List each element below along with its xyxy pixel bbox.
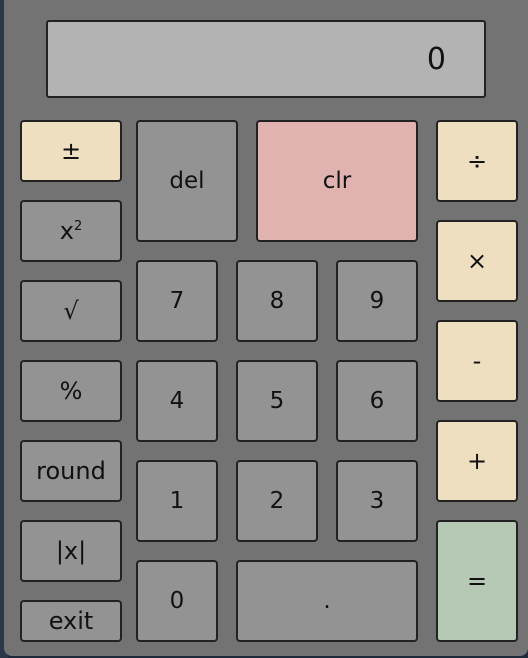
plus-minus-button[interactable]: ± (20, 120, 122, 182)
digit-3-label: 3 (369, 487, 385, 514)
exit-button[interactable]: exit (20, 600, 122, 642)
digit-0-label: 0 (169, 587, 185, 614)
decimal-label: . (323, 587, 331, 614)
digit-8-label: 8 (269, 287, 285, 314)
digit-8-button[interactable]: 8 (236, 260, 318, 342)
percent-button[interactable]: % (20, 360, 122, 422)
decimal-button[interactable]: . (236, 560, 418, 642)
clear-label: clr (322, 167, 352, 194)
divide-button[interactable]: ÷ (436, 120, 518, 202)
digit-7-button[interactable]: 7 (136, 260, 218, 342)
multiply-button[interactable]: × (436, 220, 518, 302)
square-base-label: x (59, 217, 74, 245)
digit-2-button[interactable]: 2 (236, 460, 318, 542)
equals-button[interactable]: = (436, 520, 518, 642)
digit-4-label: 4 (169, 387, 185, 414)
subtract-label: - (472, 347, 482, 375)
sqrt-button[interactable]: √ (20, 280, 122, 342)
square-label: x2 (60, 219, 82, 243)
square-exponent-label: 2 (73, 219, 83, 234)
add-label: + (466, 447, 488, 475)
digit-1-button[interactable]: 1 (136, 460, 218, 542)
abs-button[interactable]: |x| (20, 520, 122, 582)
digit-4-button[interactable]: 4 (136, 360, 218, 442)
digit-5-button[interactable]: 5 (236, 360, 318, 442)
display-value: 0 (426, 41, 446, 77)
digit-7-label: 7 (169, 287, 185, 314)
percent-label: % (59, 377, 83, 405)
digit-1-label: 1 (169, 487, 185, 514)
subtract-button[interactable]: - (436, 320, 518, 402)
digit-9-label: 9 (369, 287, 385, 314)
round-button[interactable]: round (20, 440, 122, 502)
round-label: round (36, 457, 106, 485)
digit-5-label: 5 (269, 387, 285, 414)
calculator-window: 0 ± x2 √ % round |x| exit del clr 7 8 9 … (4, 0, 528, 656)
clear-button[interactable]: clr (256, 120, 418, 242)
display-readout: 0 (46, 20, 486, 98)
delete-label: del (169, 167, 205, 194)
digit-6-button[interactable]: 6 (336, 360, 418, 442)
sqrt-label: √ (63, 297, 79, 325)
multiply-label: × (466, 247, 488, 275)
add-button[interactable]: + (436, 420, 518, 502)
square-button[interactable]: x2 (20, 200, 122, 262)
exit-label: exit (48, 607, 94, 635)
digit-3-button[interactable]: 3 (336, 460, 418, 542)
digit-9-button[interactable]: 9 (336, 260, 418, 342)
digit-2-label: 2 (269, 487, 285, 514)
delete-button[interactable]: del (136, 120, 238, 242)
divide-label: ÷ (466, 147, 488, 175)
abs-label: |x| (55, 537, 87, 565)
digit-6-label: 6 (369, 387, 385, 414)
equals-label: = (466, 567, 488, 595)
plus-minus-label: ± (60, 137, 82, 165)
digit-0-button[interactable]: 0 (136, 560, 218, 642)
